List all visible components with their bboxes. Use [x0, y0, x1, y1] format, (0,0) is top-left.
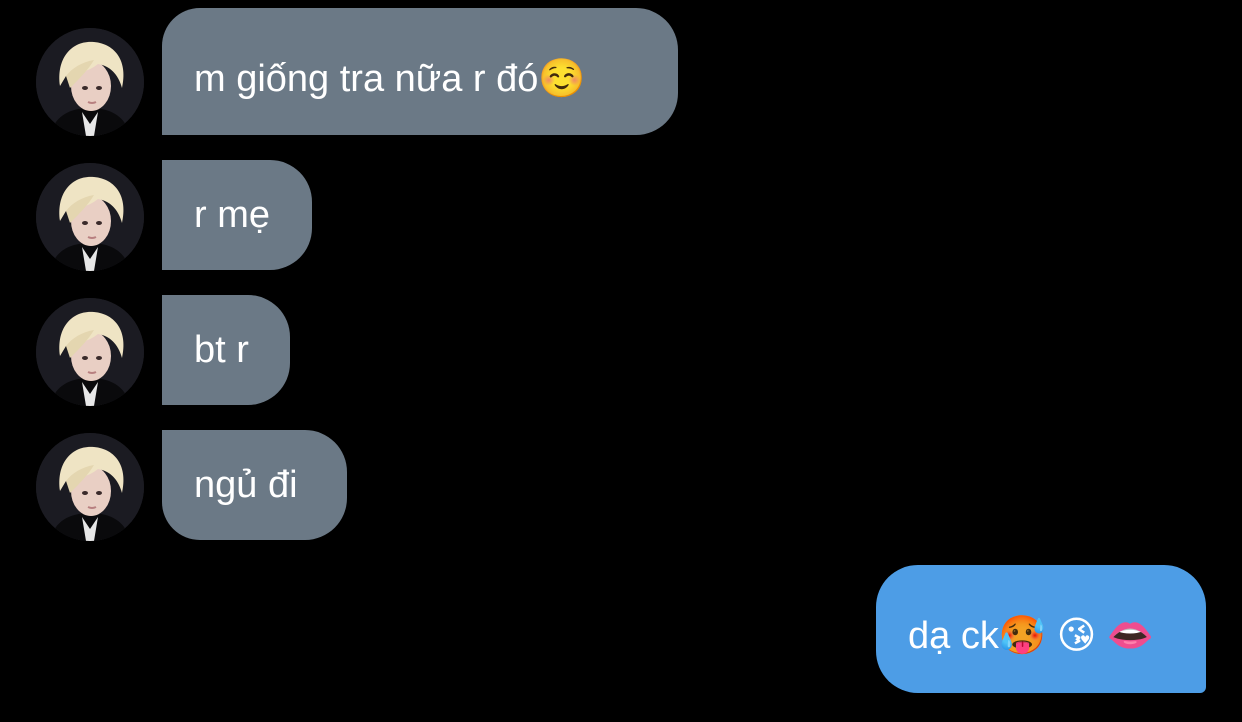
message-bubble-incoming[interactable]: bt r — [162, 295, 290, 405]
avatar-photo — [36, 298, 144, 406]
contact-avatar[interactable] — [36, 433, 144, 541]
contact-avatar[interactable] — [36, 298, 144, 406]
avatar-photo — [36, 163, 144, 271]
message-bubble-incoming[interactable]: ngủ đi — [162, 430, 347, 540]
avatar-photo — [36, 28, 144, 136]
chat-thread: m giống tra nữa r đó☺️ r mẹ bt r ngủ đi … — [0, 0, 1242, 722]
message-text: ngủ đi — [194, 464, 298, 506]
message-bubble-incoming[interactable]: r mẹ — [162, 160, 312, 270]
message-text: m giống tra nữa r đó☺️ — [194, 58, 586, 100]
message-text: bt r — [194, 329, 249, 371]
avatar-photo — [36, 433, 144, 541]
contact-avatar[interactable] — [36, 28, 144, 136]
message-text: r mẹ — [194, 194, 270, 236]
contact-avatar[interactable] — [36, 163, 144, 271]
message-text: dạ ck🥵 😘 👄 — [908, 615, 1155, 657]
message-bubble-incoming[interactable]: m giống tra nữa r đó☺️ — [162, 8, 678, 135]
message-bubble-outgoing[interactable]: dạ ck🥵 😘 👄 — [876, 565, 1206, 693]
